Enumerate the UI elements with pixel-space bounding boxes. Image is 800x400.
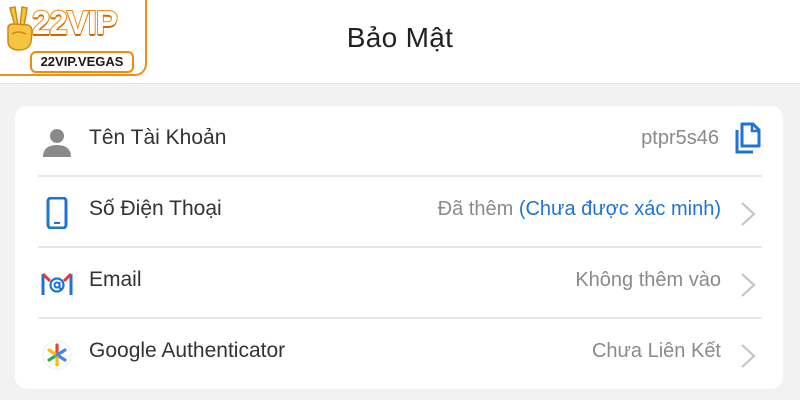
- phone-unverified-text[interactable]: (Chưa được xác minh): [519, 198, 721, 220]
- email-label: Email: [89, 268, 142, 291]
- email-row[interactable]: Email Không thêm vào: [15, 248, 783, 319]
- phone-added-text: Đã thêm: [437, 198, 514, 220]
- account-name-row: Tên Tài Khoản ptpr5s46: [15, 106, 783, 177]
- chevron-right-icon[interactable]: [739, 201, 757, 227]
- logo-wordmark: 22VIP: [31, 3, 119, 42]
- copy-icon[interactable]: [733, 122, 761, 154]
- phone-number-label: Số Điện Thoại: [89, 197, 222, 220]
- email-icon: [39, 266, 75, 302]
- logo-domain: 22VIP.VEGAS: [30, 51, 134, 73]
- google-authenticator-icon: [39, 337, 75, 373]
- google-authenticator-row[interactable]: Google Authenticator Chưa Liên Kết: [15, 319, 783, 390]
- phone-icon: [39, 195, 75, 231]
- phone-number-row[interactable]: Số Điện Thoại Đã thêm (Chưa được xác min…: [15, 177, 783, 248]
- chevron-right-icon[interactable]: [739, 343, 757, 369]
- phone-number-status: Đã thêm (Chưa được xác minh): [438, 198, 721, 221]
- user-icon: [39, 124, 75, 160]
- account-name-label: Tên Tài Khoản: [89, 126, 227, 149]
- brand-logo[interactable]: 22VIP 22VIP.VEGAS: [0, 0, 147, 76]
- security-settings-card: Tên Tài Khoản ptpr5s46 Số Điện Thoại Đã …: [15, 106, 783, 389]
- victory-hand-icon: [7, 6, 33, 51]
- google-authenticator-status: Chưa Liên Kết: [591, 340, 721, 362]
- email-status: Không thêm vào: [575, 269, 721, 291]
- account-name-value: ptpr5s46: [641, 127, 719, 149]
- google-authenticator-label: Google Authenticator: [89, 339, 286, 362]
- chevron-right-icon[interactable]: [739, 272, 757, 298]
